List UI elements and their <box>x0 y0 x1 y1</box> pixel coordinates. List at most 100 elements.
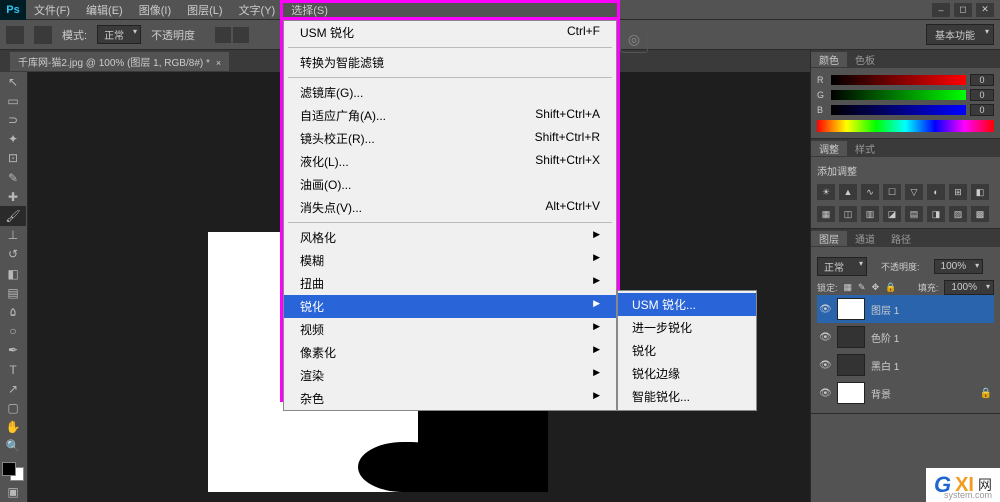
move-tool-icon[interactable]: ↖ <box>0 72 26 91</box>
menu-item[interactable]: 视频▶ <box>284 318 616 341</box>
layer-row[interactable]: 👁背景🔒 <box>817 379 994 407</box>
tab-paths[interactable]: 路径 <box>883 231 919 246</box>
tab-styles[interactable]: 样式 <box>847 141 883 156</box>
menu-item[interactable]: 模糊▶ <box>284 249 616 272</box>
menu-item[interactable]: 自适应广角(A)...Shift+Ctrl+A <box>284 104 616 127</box>
adj-poster-icon[interactable]: ▤ <box>905 206 923 222</box>
tab-adjustments[interactable]: 调整 <box>811 141 847 156</box>
window-restore-icon[interactable]: ◻ <box>954 3 972 17</box>
lock-all-icon[interactable]: 🔒 <box>885 282 896 293</box>
lock-brush-icon[interactable]: ✎ <box>858 282 866 293</box>
fill-field[interactable]: 100% <box>944 280 994 295</box>
menu-item[interactable]: 扭曲▶ <box>284 272 616 295</box>
visibility-icon[interactable]: 👁 <box>819 388 831 399</box>
adj-hue-icon[interactable]: ◐ <box>927 184 945 200</box>
eyedropper-tool-icon[interactable]: ✎ <box>0 168 26 187</box>
history-brush-icon[interactable]: ↺ <box>0 245 26 264</box>
layer-row[interactable]: 👁黑白 1 <box>817 351 994 379</box>
menu-item[interactable]: 风格化▶ <box>284 226 616 249</box>
marquee-tool-icon[interactable]: ▭ <box>0 91 26 110</box>
adj-invert-icon[interactable]: ◪ <box>883 206 901 222</box>
menu-file[interactable]: 文件(F) <box>26 2 78 18</box>
menu-item[interactable]: 锐化▶ <box>284 295 616 318</box>
layer-opacity-field[interactable]: 100% <box>934 259 984 274</box>
menu-select[interactable]: 选择(S) <box>283 2 336 18</box>
stamp-tool-icon[interactable]: ⊥ <box>0 226 26 245</box>
crop-tool-icon[interactable]: ⊡ <box>0 149 26 168</box>
brush-tool-icon[interactable]: 🖌 <box>0 206 26 225</box>
r-value[interactable]: 0 <box>970 74 994 86</box>
b-slider[interactable] <box>831 105 966 115</box>
type-tool-icon[interactable]: T <box>0 360 26 379</box>
visibility-icon[interactable]: 👁 <box>819 360 831 371</box>
screen-mode-icon[interactable] <box>233 27 249 43</box>
adj-lookup-icon[interactable]: ▥ <box>861 206 879 222</box>
blur-tool-icon[interactable]: ۵ <box>0 302 26 321</box>
adj-bal-icon[interactable]: ⊞ <box>949 184 967 200</box>
tool-preset-icon[interactable] <box>6 26 24 44</box>
menu-item[interactable]: 杂色▶ <box>284 387 616 410</box>
layer-row[interactable]: 👁图层 1 <box>817 295 994 323</box>
submenu-item[interactable]: 锐化 <box>618 339 756 362</box>
lasso-tool-icon[interactable]: ⊃ <box>0 110 26 129</box>
g-slider[interactable] <box>831 90 966 100</box>
menu-item[interactable]: USM 锐化Ctrl+F <box>284 21 616 44</box>
zoom-tool-icon[interactable]: 🔍 <box>0 437 26 456</box>
path-tool-icon[interactable]: ↗ <box>0 379 26 398</box>
shape-tool-icon[interactable]: ▢ <box>0 398 26 417</box>
adj-bw-icon[interactable]: ◧ <box>971 184 989 200</box>
close-tab-icon[interactable]: × <box>216 58 221 68</box>
r-slider[interactable] <box>831 75 966 85</box>
arrange-icon[interactable] <box>215 27 231 43</box>
gradient-tool-icon[interactable]: ▤ <box>0 283 26 302</box>
visibility-icon[interactable]: 👁 <box>819 332 831 343</box>
b-value[interactable]: 0 <box>970 104 994 116</box>
menu-item[interactable]: 液化(L)...Shift+Ctrl+X <box>284 150 616 173</box>
tab-swatches[interactable]: 色板 <box>847 52 883 67</box>
pen-tool-icon[interactable]: ✒ <box>0 341 26 360</box>
layer-row[interactable]: 👁色阶 1 <box>817 323 994 351</box>
dodge-tool-icon[interactable]: ○ <box>0 322 26 341</box>
g-value[interactable]: 0 <box>970 89 994 101</box>
color-swatch[interactable] <box>0 460 26 483</box>
hand-tool-icon[interactable]: ✋ <box>0 418 26 437</box>
lock-pixels-icon[interactable]: ▦ <box>844 282 853 293</box>
menu-item[interactable]: 滤镜库(G)... <box>284 81 616 104</box>
submenu-item[interactable]: USM 锐化... <box>618 293 756 316</box>
menu-item[interactable]: 油画(O)... <box>284 173 616 196</box>
submenu-item[interactable]: 锐化边缘 <box>618 362 756 385</box>
adj-select-icon[interactable]: ▩ <box>971 206 989 222</box>
menu-item[interactable]: 转换为智能滤镜 <box>284 51 616 74</box>
menu-item[interactable]: 渲染▶ <box>284 364 616 387</box>
heal-tool-icon[interactable]: ✚ <box>0 187 26 206</box>
tab-layers[interactable]: 图层 <box>811 231 847 246</box>
tab-channels[interactable]: 通道 <box>847 231 883 246</box>
eraser-tool-icon[interactable]: ◧ <box>0 264 26 283</box>
menu-layer[interactable]: 图层(L) <box>179 2 230 18</box>
menu-item[interactable]: 镜头校正(R)...Shift+Ctrl+R <box>284 127 616 150</box>
visibility-icon[interactable]: 👁 <box>819 304 831 315</box>
wand-tool-icon[interactable]: ✦ <box>0 130 26 149</box>
window-close-icon[interactable]: ✕ <box>976 3 994 17</box>
target-icon[interactable]: ◎ <box>620 25 648 53</box>
menu-item[interactable]: 像素化▶ <box>284 341 616 364</box>
adj-mixer-icon[interactable]: ◫ <box>839 206 857 222</box>
adj-grad-icon[interactable]: ▨ <box>949 206 967 222</box>
menu-item[interactable]: 消失点(V)...Alt+Ctrl+V <box>284 196 616 219</box>
submenu-item[interactable]: 进一步锐化 <box>618 316 756 339</box>
window-minimize-icon[interactable]: – <box>932 3 950 17</box>
document-tab[interactable]: 千库网-猫2.jpg @ 100% (图层 1, RGB/8#) *× <box>10 52 229 71</box>
adj-levels-icon[interactable]: ▲ <box>839 184 857 200</box>
brush-preview-icon[interactable] <box>34 26 52 44</box>
menu-edit[interactable]: 编辑(E) <box>78 2 131 18</box>
workspace-switcher[interactable]: 基本功能 <box>926 24 994 45</box>
quickmask-icon[interactable]: ▣ <box>0 483 26 502</box>
submenu-item[interactable]: 智能锐化... <box>618 385 756 408</box>
adj-curves-icon[interactable]: ∿ <box>861 184 879 200</box>
layer-blend-dropdown[interactable]: 正常 <box>817 257 867 276</box>
menu-image[interactable]: 图像(I) <box>131 2 179 18</box>
adj-photo-icon[interactable]: ▦ <box>817 206 835 222</box>
blend-mode-dropdown[interactable]: 正常 <box>97 25 141 44</box>
menu-type[interactable]: 文字(Y) <box>231 2 284 18</box>
hue-ramp[interactable] <box>817 120 994 132</box>
